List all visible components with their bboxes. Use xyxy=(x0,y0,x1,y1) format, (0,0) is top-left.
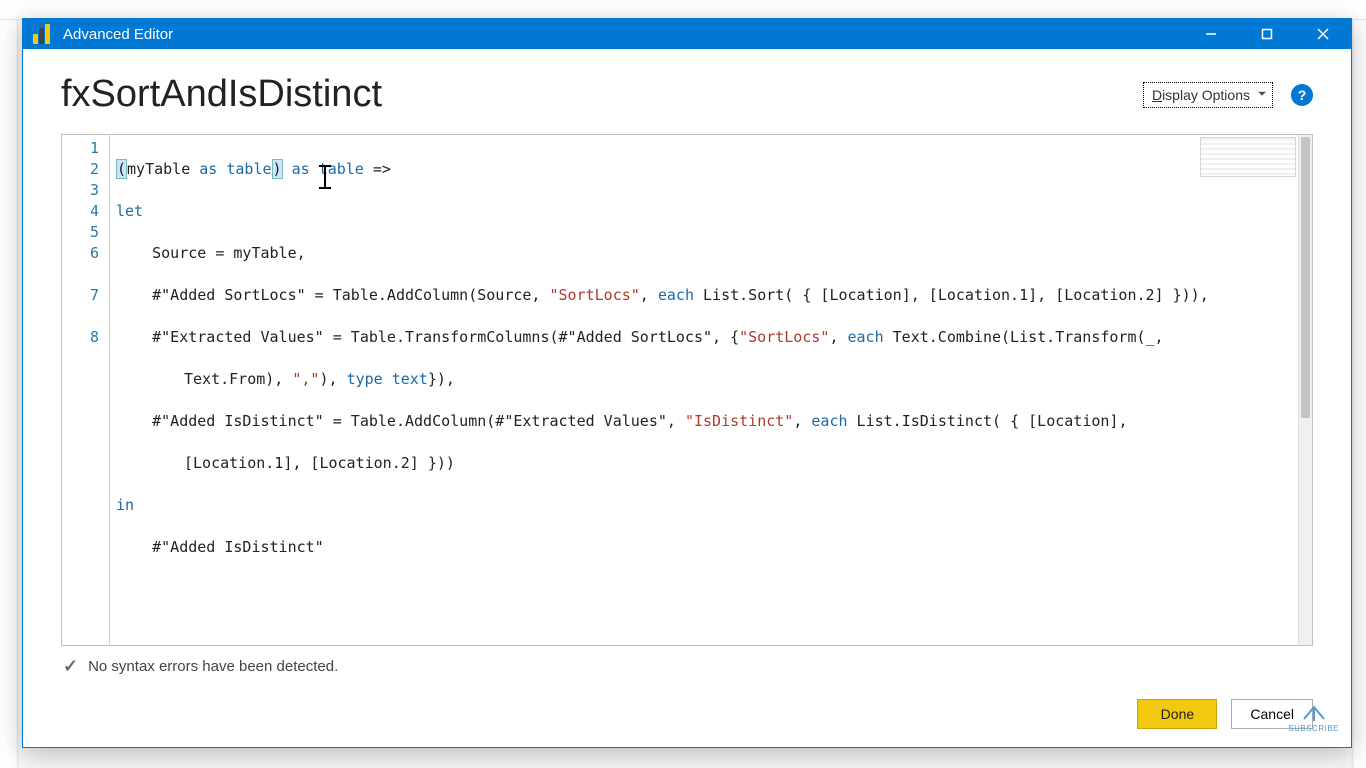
help-icon[interactable]: ? xyxy=(1291,84,1313,106)
done-button[interactable]: Done xyxy=(1137,699,1217,729)
display-options-label: isplay Options xyxy=(1162,87,1250,103)
line-number: 4 xyxy=(62,201,109,222)
close-button[interactable] xyxy=(1295,19,1351,49)
cancel-button[interactable]: Cancel xyxy=(1231,699,1313,729)
background-panel-left xyxy=(0,20,18,768)
code-editor[interactable]: 1 2 3 4 5 6 7 8 ((myTable myTable as tab… xyxy=(61,134,1313,646)
header-row: fxSortAndIsDistinct Display Options ? xyxy=(61,73,1313,116)
power-bi-icon xyxy=(33,24,53,44)
content-area: fxSortAndIsDistinct Display Options ? 1 … xyxy=(23,49,1351,747)
syntax-status-text: No syntax errors have been detected. xyxy=(88,658,338,675)
vertical-scrollbar[interactable] xyxy=(1298,135,1312,645)
titlebar[interactable]: Advanced Editor xyxy=(23,19,1351,49)
line-number: 3 xyxy=(62,180,109,201)
syntax-status: ✓ No syntax errors have been detected. xyxy=(61,646,1313,677)
minimize-button[interactable] xyxy=(1183,19,1239,49)
background-ribbon xyxy=(0,0,1366,20)
window-controls xyxy=(1183,19,1351,49)
line-number-gutter: 1 2 3 4 5 6 7 8 xyxy=(62,135,110,645)
line-number: 7 xyxy=(62,285,109,327)
advanced-editor-window: Advanced Editor fxSortAndIsDistinct Disp… xyxy=(22,18,1352,748)
line-number: 1 xyxy=(62,138,109,159)
line-number: 6 xyxy=(62,243,109,285)
check-icon: ✓ xyxy=(63,656,78,677)
query-name: fxSortAndIsDistinct xyxy=(61,73,382,116)
line-number: 2 xyxy=(62,159,109,180)
code-text-area[interactable]: ((myTable myTable as table) as table => … xyxy=(110,135,1312,645)
window-title: Advanced Editor xyxy=(63,26,173,43)
line-number: 8 xyxy=(62,327,109,348)
display-options-dropdown[interactable]: Display Options xyxy=(1143,82,1273,108)
scrollbar-thumb[interactable] xyxy=(1301,137,1310,418)
maximize-button[interactable] xyxy=(1239,19,1295,49)
background-panel-right xyxy=(1352,20,1366,768)
code-minimap[interactable] xyxy=(1200,137,1296,177)
dialog-footer: Done Cancel xyxy=(61,677,1313,729)
line-number: 5 xyxy=(62,222,109,243)
